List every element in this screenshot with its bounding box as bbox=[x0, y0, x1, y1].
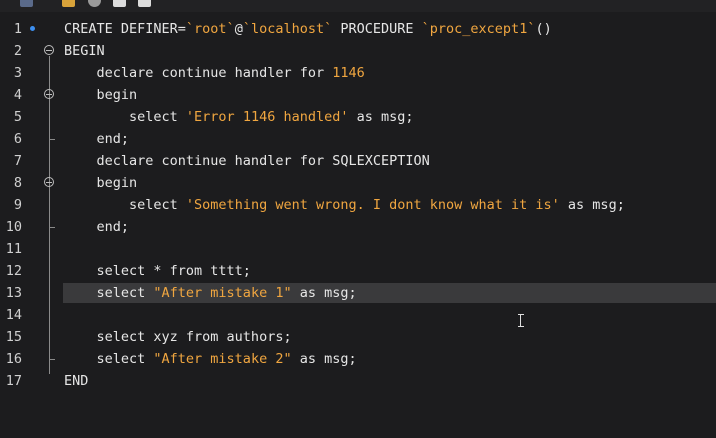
line-number: 8 bbox=[13, 175, 22, 191]
fold-toggle-icon[interactable] bbox=[44, 45, 54, 55]
code-token: as msg; bbox=[348, 109, 414, 125]
code-string: 1146 bbox=[332, 65, 365, 81]
code-token: select xyz from authors; bbox=[64, 329, 292, 345]
code-token: begin bbox=[64, 175, 138, 191]
code-string: `localhost` bbox=[242, 21, 333, 37]
code-line[interactable]: 2 BEGIN bbox=[0, 40, 716, 62]
code-text: CREATE DEFINER=`root`@`localhost` PROCED… bbox=[64, 18, 552, 40]
statement-marker-icon bbox=[30, 26, 35, 31]
code-token: END bbox=[64, 373, 89, 389]
code-text: select 'Something went wrong. I dont kno… bbox=[64, 194, 625, 216]
line-number: 3 bbox=[13, 65, 22, 81]
code-token: CREATE DEFINER= bbox=[64, 21, 186, 37]
code-line[interactable]: 8 begin bbox=[0, 172, 716, 194]
code-line[interactable]: 6 end; bbox=[0, 128, 716, 150]
code-token: end; bbox=[64, 219, 130, 235]
line-number: 5 bbox=[13, 109, 22, 125]
line-number: 2 bbox=[13, 43, 22, 59]
line-number: 15 bbox=[5, 329, 22, 345]
code-token: as msg; bbox=[291, 285, 357, 301]
export-icon[interactable] bbox=[138, 0, 151, 7]
sql-editor[interactable]: 1 CREATE DEFINER=`root`@`localhost` PROCE… bbox=[0, 18, 716, 438]
table-icon[interactable] bbox=[113, 0, 126, 7]
line-number: 6 bbox=[13, 131, 22, 147]
code-line[interactable]: 16 select "After mistake 2" as msg; bbox=[0, 348, 716, 370]
code-text: select * from tttt; bbox=[64, 260, 251, 282]
tag-icon[interactable] bbox=[62, 0, 75, 7]
code-token: BEGIN bbox=[64, 43, 105, 59]
code-token: declare continue handler for bbox=[64, 65, 333, 81]
fold-end-icon bbox=[49, 216, 55, 228]
code-token: begin bbox=[64, 87, 138, 103]
code-line[interactable]: 4 begin bbox=[0, 84, 716, 106]
code-string: "After mistake 2" bbox=[153, 351, 292, 367]
code-line[interactable]: 5 select 'Error 1146 handled' as msg; bbox=[0, 106, 716, 128]
code-string: `proc_except1` bbox=[421, 21, 536, 37]
code-line[interactable]: 11 bbox=[0, 238, 716, 260]
code-token: PROCEDURE bbox=[332, 21, 422, 37]
code-line[interactable]: 12 select * from tttt; bbox=[0, 260, 716, 282]
code-token: @ bbox=[234, 21, 243, 37]
code-token: as msg; bbox=[291, 351, 357, 367]
code-text: select xyz from authors; bbox=[64, 326, 292, 348]
fold-end-icon bbox=[49, 348, 55, 360]
fold-toggle-icon[interactable] bbox=[44, 89, 54, 99]
line-number: 9 bbox=[13, 197, 22, 213]
code-line[interactable]: 7 declare continue handler for SQLEXCEPT… bbox=[0, 150, 716, 172]
code-text: end; bbox=[64, 128, 130, 150]
code-token: select * from tttt; bbox=[64, 263, 251, 279]
code-string: `root` bbox=[185, 21, 235, 37]
save-icon[interactable] bbox=[20, 0, 33, 7]
toolbar bbox=[0, 0, 716, 12]
code-token: select bbox=[64, 109, 186, 125]
code-line[interactable]: 9 select 'Something went wrong. I dont k… bbox=[0, 194, 716, 216]
fold-toggle-icon[interactable] bbox=[44, 177, 54, 187]
line-number: 12 bbox=[5, 263, 22, 279]
code-line[interactable]: 10 end; bbox=[0, 216, 716, 238]
code-text: begin bbox=[64, 172, 138, 194]
code-string: 'Something went wrong. I dont know what … bbox=[185, 197, 560, 213]
line-number: 10 bbox=[5, 219, 22, 235]
code-token: end; bbox=[64, 131, 130, 147]
code-text: declare continue handler for 1146 bbox=[64, 62, 365, 84]
code-line[interactable]: 1 CREATE DEFINER=`root`@`localhost` PROCE… bbox=[0, 18, 716, 40]
code-text: end; bbox=[64, 216, 130, 238]
code-line[interactable]: 17 END bbox=[0, 370, 716, 392]
code-text: BEGIN bbox=[64, 40, 105, 62]
code-token: select bbox=[64, 285, 154, 301]
line-number: 7 bbox=[13, 153, 22, 169]
line-number: 13 bbox=[5, 285, 22, 301]
fold-end-icon bbox=[49, 128, 55, 140]
code-token: declare continue handler for SQLEXCEPTIO… bbox=[64, 153, 430, 169]
line-number: 17 bbox=[5, 373, 22, 389]
code-text: select 'Error 1146 handled' as msg; bbox=[64, 106, 414, 128]
code-text: select "After mistake 2" as msg; bbox=[64, 348, 357, 370]
line-number: 16 bbox=[5, 351, 22, 367]
code-text: begin bbox=[64, 84, 138, 106]
code-token: as msg; bbox=[559, 197, 625, 213]
code-string: 'Error 1146 handled' bbox=[185, 109, 349, 125]
code-line[interactable]: 14 bbox=[0, 304, 716, 326]
code-text: declare continue handler for SQLEXCEPTIO… bbox=[64, 150, 430, 172]
code-token: () bbox=[535, 21, 552, 37]
code-line[interactable]: 15 select xyz from authors; bbox=[0, 326, 716, 348]
code-line[interactable]: 3 declare continue handler for 1146 bbox=[0, 62, 716, 84]
line-number: 1 bbox=[13, 21, 22, 37]
code-text: END bbox=[64, 370, 88, 392]
search-icon[interactable] bbox=[88, 0, 101, 7]
line-number: 14 bbox=[5, 307, 22, 323]
code-token: select bbox=[64, 197, 186, 213]
code-text: select "After mistake 1" as msg; bbox=[64, 282, 357, 304]
line-number: 11 bbox=[5, 241, 22, 257]
code-string: "After mistake 1" bbox=[153, 285, 292, 301]
code-line[interactable]: 13 select "After mistake 1" as msg; bbox=[0, 282, 716, 304]
code-token: select bbox=[64, 351, 154, 367]
line-number: 4 bbox=[13, 87, 22, 103]
